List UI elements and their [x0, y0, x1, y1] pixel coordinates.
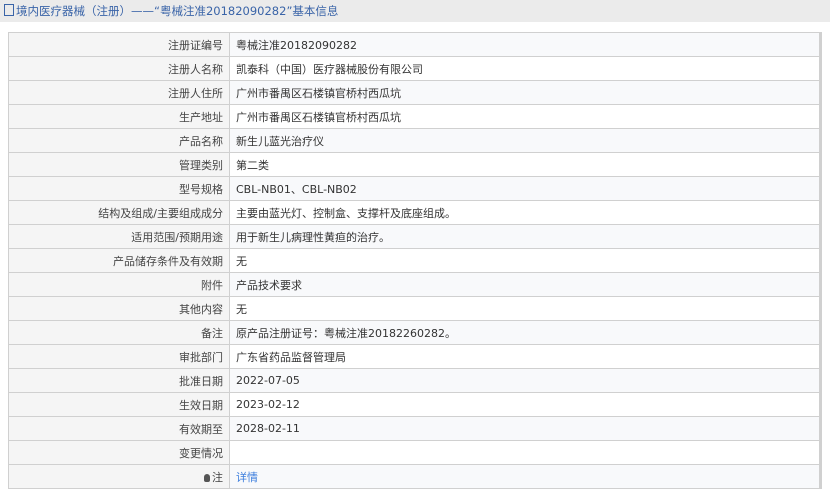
table-row: 注册证编号 粤械注准20182090282 — [8, 32, 821, 57]
field-value: 2023-02-12 — [229, 392, 821, 417]
field-value: 主要由蓝光灯、控制盒、支撑杆及底座组成。 — [229, 200, 821, 225]
table-row: 批准日期 2022-07-05 — [8, 368, 821, 393]
table-row: 其他内容无 — [8, 296, 821, 321]
table-row: 审批部门 广东省药品监督管理局 — [8, 344, 821, 369]
lightbulb-icon — [204, 473, 210, 482]
table-row: 变更情况 — [8, 440, 821, 465]
document-icon — [4, 4, 14, 16]
field-label: 审批部门 — [8, 344, 230, 369]
field-value: 第二类 — [229, 152, 821, 177]
table-row: 有效期至 2028-02-11 — [8, 416, 821, 441]
field-label: 注册人住所 — [8, 80, 230, 105]
page-title-bar: 境内医疗器械（注册）——“粤械注准20182090282”基本信息 — [0, 0, 830, 22]
info-table: 注册证编号 粤械注准20182090282 注册人名称 凯泰科（中国）医疗器械股份有限… — [8, 32, 822, 489]
table-row: 型号规格 CBL-NB01、CBL-NB02 — [8, 176, 821, 201]
table-row: 产品储存条件及有效期无 — [8, 248, 821, 273]
field-label: 结构及组成/主要组成成分 — [8, 200, 230, 225]
field-value: 2028-02-11 — [229, 416, 821, 441]
field-value: 无 — [229, 248, 821, 273]
field-value: 广东省药品监督管理局 — [229, 344, 821, 369]
details-link[interactable]: 详情 — [236, 471, 258, 484]
field-value: 产品技术要求 — [229, 272, 821, 297]
table-row: 适用范围/预期用途 用于新生儿病理性黄疸的治疗。 — [8, 224, 821, 249]
table-row: 产品名称 新生儿蓝光治疗仪 — [8, 128, 821, 153]
table-row: 结构及组成/主要组成成分 主要由蓝光灯、控制盒、支撑杆及底座组成。 — [8, 200, 821, 225]
field-value: 凯泰科（中国）医疗器械股份有限公司 — [229, 56, 821, 81]
field-label: 注册证编号 — [8, 32, 230, 57]
table-row: 生效日期 2023-02-12 — [8, 392, 821, 417]
field-value: CBL-NB01、CBL-NB02 — [229, 176, 821, 201]
field-value: 2022-07-05 — [229, 368, 821, 393]
field-value: 新生儿蓝光治疗仪 — [229, 128, 821, 153]
table-row: 管理类别 第二类 — [8, 152, 821, 177]
note-row: 注详情 — [8, 464, 821, 489]
field-value: 广州市番禺区石楼镇官桥村西瓜坑 — [229, 104, 821, 129]
field-label: 产品名称 — [8, 128, 230, 153]
table-row: 注册人住所 广州市番禺区石楼镇官桥村西瓜坑 — [8, 80, 821, 105]
note-label-cell: 注 — [8, 464, 230, 489]
field-value: 用于新生儿病理性黄疸的治疗。 — [229, 224, 821, 249]
field-label: 型号规格 — [8, 176, 230, 201]
field-label: 注册人名称 — [8, 56, 230, 81]
table-row: 附件 产品技术要求 — [8, 272, 821, 297]
field-label: 生效日期 — [8, 392, 230, 417]
field-label: 其他内容 — [8, 296, 230, 321]
field-label: 附件 — [8, 272, 230, 297]
field-value: 原产品注册证号：粤械注准20182260282。 — [229, 320, 821, 345]
page-title: 境内医疗器械（注册）——“粤械注准20182090282”基本信息 — [16, 4, 339, 18]
field-value — [229, 440, 821, 465]
table-row: 备注 原产品注册证号：粤械注准20182260282。 — [8, 320, 821, 345]
field-label: 批准日期 — [8, 368, 230, 393]
field-label: 有效期至 — [8, 416, 230, 441]
field-label: 适用范围/预期用途 — [8, 224, 230, 249]
field-label: 变更情况 — [8, 440, 230, 465]
field-label: 备注 — [8, 320, 230, 345]
field-label: 管理类别 — [8, 152, 230, 177]
note-value-cell: 详情 — [229, 464, 821, 489]
field-label: 产品储存条件及有效期 — [8, 248, 230, 273]
field-value: 广州市番禺区石楼镇官桥村西瓜坑 — [229, 80, 821, 105]
table-row: 生产地址 广州市番禺区石楼镇官桥村西瓜坑 — [8, 104, 821, 129]
field-label: 生产地址 — [8, 104, 230, 129]
field-value: 粤械注准20182090282 — [229, 32, 821, 57]
field-value: 无 — [229, 296, 821, 321]
note-label: 注 — [212, 470, 223, 484]
table-row: 注册人名称 凯泰科（中国）医疗器械股份有限公司 — [8, 56, 821, 81]
